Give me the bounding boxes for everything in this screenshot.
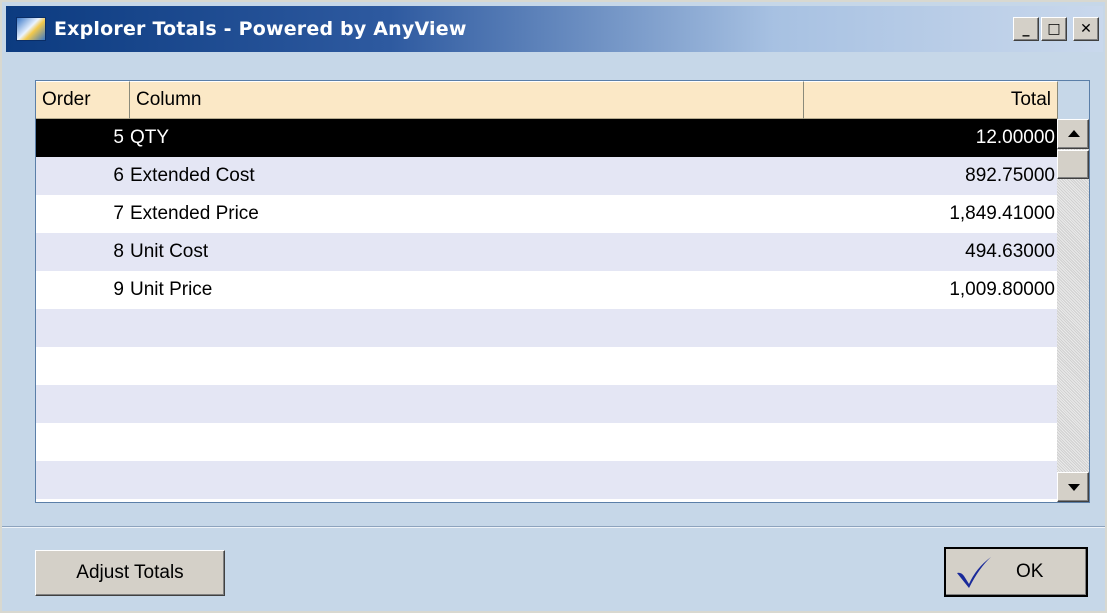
arrow-up-icon: [1068, 130, 1080, 137]
header-corner: [1058, 81, 1089, 119]
scroll-down-button[interactable]: [1057, 472, 1089, 502]
empty-row: [36, 347, 1057, 385]
table-row[interactable]: 5 QTY 12.00000: [36, 119, 1057, 157]
scroll-up-button[interactable]: [1057, 119, 1089, 149]
cell-order: 9: [113, 279, 124, 300]
close-icon: ✕: [1080, 21, 1092, 37]
cell-order: 8: [113, 241, 124, 262]
checkmark-icon: [957, 557, 991, 588]
adjust-totals-label: Adjust Totals: [76, 562, 184, 583]
cell-total: 12.00000: [975, 127, 1055, 148]
vertical-scrollbar[interactable]: [1057, 119, 1089, 502]
empty-row: [36, 423, 1057, 461]
title-bar[interactable]: Explorer Totals - Powered by AnyView _ □…: [6, 6, 1103, 52]
divider: [2, 526, 1105, 528]
maximize-icon: □: [1047, 21, 1061, 37]
cell-total: 892.75000: [965, 165, 1055, 186]
header-order[interactable]: Order: [36, 81, 130, 119]
window-title: Explorer Totals - Powered by AnyView: [54, 18, 467, 40]
adjust-totals-button[interactable]: Adjust Totals: [35, 550, 225, 596]
app-icon: [16, 17, 46, 41]
scroll-thumb[interactable]: [1057, 150, 1089, 179]
cell-column: Extended Price: [130, 203, 259, 224]
cell-total: 1,009.80000: [949, 279, 1055, 300]
ok-button[interactable]: OK: [944, 547, 1088, 597]
window-controls: _ □ ✕: [1013, 17, 1099, 41]
table-row[interactable]: 8 Unit Cost 494.63000: [36, 233, 1057, 271]
cell-column: Extended Cost: [130, 165, 255, 186]
minimize-icon: _: [1022, 21, 1030, 37]
empty-row: [36, 461, 1057, 499]
header-total[interactable]: Total: [804, 81, 1058, 119]
explorer-totals-window: Explorer Totals - Powered by AnyView _ □…: [0, 0, 1107, 613]
maximize-button[interactable]: □: [1041, 17, 1067, 41]
header-column[interactable]: Column: [130, 81, 804, 119]
cell-order: 7: [113, 203, 124, 224]
totals-grid[interactable]: Order Column Total 5 QTY 12.00000 6 Exte…: [35, 80, 1090, 503]
empty-row: [36, 385, 1057, 423]
table-row[interactable]: 9 Unit Price 1,009.80000: [36, 271, 1057, 309]
cell-total: 1,849.41000: [949, 203, 1055, 224]
minimize-button[interactable]: _: [1013, 17, 1039, 41]
cell-column: QTY: [130, 127, 170, 148]
grid-rows: 5 QTY 12.00000 6 Extended Cost 892.75000…: [36, 119, 1057, 499]
close-button[interactable]: ✕: [1073, 17, 1099, 41]
empty-row: [36, 309, 1057, 347]
cell-order: 5: [113, 127, 124, 148]
grid-header: Order Column Total: [36, 81, 1058, 119]
cell-total: 494.63000: [965, 241, 1055, 262]
cell-column: Unit Price: [130, 279, 213, 300]
cell-column: Unit Cost: [130, 241, 209, 262]
cell-order: 6: [113, 165, 124, 186]
ok-label: OK: [1016, 561, 1044, 582]
table-row[interactable]: 7 Extended Price 1,849.41000: [36, 195, 1057, 233]
table-row[interactable]: 6 Extended Cost 892.75000: [36, 157, 1057, 195]
arrow-down-icon: [1068, 484, 1080, 491]
